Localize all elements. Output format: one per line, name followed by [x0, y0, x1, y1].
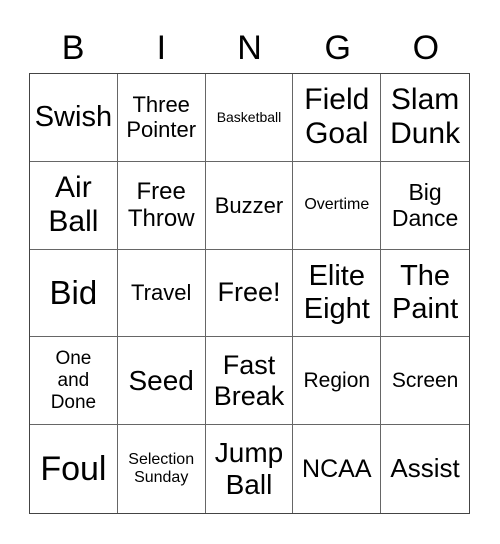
bingo-free-space[interactable]: Free! — [205, 249, 294, 338]
bingo-cell[interactable]: Swish — [30, 74, 118, 162]
bingo-cell[interactable]: Slam Dunk — [381, 74, 469, 162]
bingo-cell[interactable]: Bid — [30, 249, 118, 338]
header-letter-i: I — [156, 29, 167, 67]
bingo-cell[interactable]: The Paint — [381, 250, 469, 338]
header-letter-o: O — [412, 29, 440, 67]
bingo-cell[interactable]: Foul — [30, 425, 118, 513]
bingo-cell[interactable]: Three Pointer — [117, 74, 206, 162]
bingo-cell[interactable]: Travel — [117, 249, 206, 338]
bingo-cell[interactable]: Region — [293, 337, 382, 426]
bingo-cell[interactable]: Free Throw — [117, 161, 206, 250]
bingo-cell[interactable]: One and Done — [30, 337, 118, 426]
bingo-cell[interactable]: Fast Break — [205, 337, 294, 426]
bingo-cell[interactable]: Field Goal — [293, 74, 382, 162]
bingo-cell[interactable]: Air Ball — [30, 161, 118, 250]
bingo-cell[interactable]: Selection Sunday — [118, 425, 206, 513]
bingo-board: Swish Three Pointer Basketball Field Goa… — [29, 73, 470, 514]
bingo-cell[interactable]: Assist — [381, 425, 469, 513]
bingo-cell[interactable]: NCAA — [293, 425, 382, 513]
bingo-cell[interactable]: Screen — [381, 337, 469, 426]
bingo-cell[interactable]: Buzzer — [205, 161, 294, 250]
bingo-cell[interactable]: Elite Eight — [293, 249, 382, 338]
bingo-cell[interactable]: Basketball — [205, 74, 294, 162]
bingo-cell[interactable]: Jump Ball — [206, 425, 294, 513]
bingo-cell[interactable]: Seed — [117, 337, 206, 426]
header-letter-n: N — [237, 29, 262, 67]
bingo-cell[interactable]: Big Dance — [381, 162, 469, 250]
bingo-cell[interactable]: Overtime — [293, 161, 382, 250]
header-letter-b: B — [61, 29, 85, 67]
header-letter-g: G — [324, 29, 351, 67]
bingo-header: B I N G O — [29, 26, 470, 70]
